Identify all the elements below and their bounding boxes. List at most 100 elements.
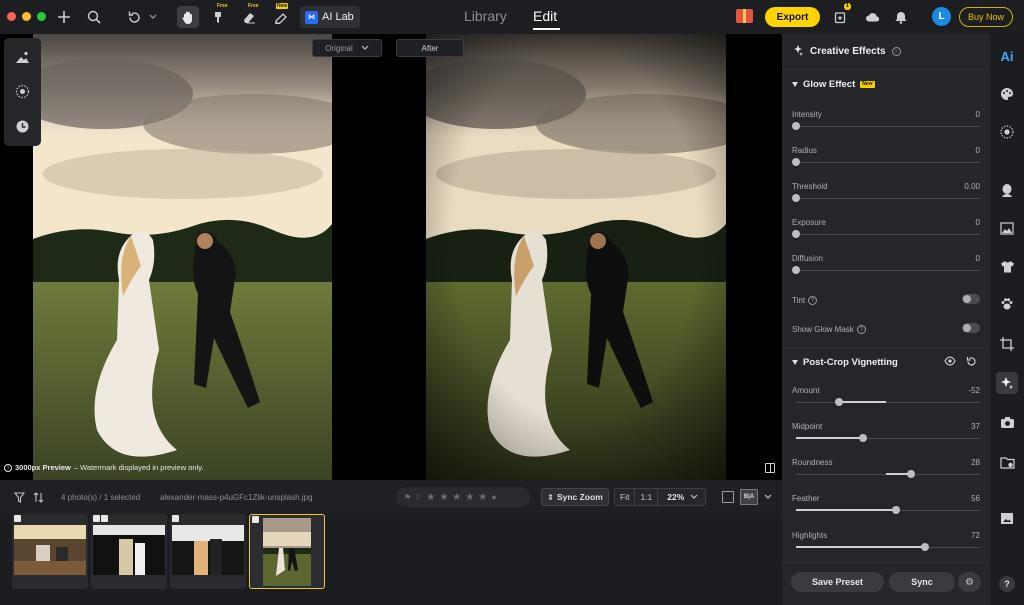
slider-value[interactable]: 0 (976, 218, 980, 227)
image-folder-icon[interactable] (999, 454, 1015, 470)
filmstrip-thumbnail[interactable] (91, 514, 167, 589)
slider-value[interactable]: 56 (971, 494, 980, 503)
export-button[interactable]: Export (765, 7, 820, 27)
slider-value[interactable]: 72 (971, 531, 980, 540)
ai-lab-button[interactable]: ⋈ AI Lab (300, 6, 360, 28)
slider-track[interactable] (796, 198, 980, 199)
slider-threshold[interactable]: Threshold 0.00 (792, 182, 980, 210)
slider-value[interactable]: 0 (976, 110, 980, 119)
slider-value[interactable]: -52 (968, 386, 980, 395)
slider-feather[interactable]: Feather 56 (792, 494, 980, 522)
ai-brush-icon[interactable]: Free (210, 3, 228, 28)
zoom-level-select[interactable]: 22% (658, 489, 703, 505)
zoom-search-icon[interactable] (86, 6, 102, 28)
split-compare-icon[interactable] (765, 463, 775, 473)
clothing-shirt-icon[interactable] (999, 258, 1015, 274)
slider-value[interactable]: 28 (971, 458, 980, 467)
info-icon[interactable]: i (891, 47, 901, 56)
slider-intensity[interactable]: Intensity 0 (792, 110, 980, 138)
cloud-sync-icon[interactable] (864, 6, 880, 28)
info-icon[interactable]: ? (808, 296, 818, 305)
slider-handle[interactable] (792, 194, 800, 202)
glow-effect-section-toggle[interactable]: Glow Effect New (792, 79, 875, 90)
slider-handle[interactable] (792, 158, 800, 166)
slider-track[interactable] (796, 270, 980, 271)
zoom-fit-button[interactable]: Fit (615, 489, 636, 505)
slider-handle[interactable] (859, 434, 867, 442)
user-avatar[interactable]: L (932, 7, 951, 26)
slider-midpoint[interactable]: Midpoint 37 (792, 422, 980, 450)
slider-handle[interactable] (921, 543, 929, 551)
slider-diffusion[interactable]: Diffusion 0 (792, 254, 980, 282)
slider-handle[interactable] (792, 122, 800, 130)
crop-icon[interactable] (999, 336, 1015, 352)
sync-settings-gear-icon[interactable]: ⚙ (958, 572, 981, 592)
undo-icon[interactable] (126, 6, 142, 28)
add-icon[interactable] (56, 6, 72, 28)
tab-edit[interactable]: Edit (533, 8, 557, 24)
slider-amount[interactable]: Amount -52 (792, 386, 980, 414)
slider-value[interactable]: 0 (976, 254, 980, 263)
noise-grain-icon[interactable] (999, 124, 1015, 140)
export-image-icon[interactable] (999, 510, 1015, 526)
slider-value[interactable]: 0.00 (964, 182, 980, 191)
filter-icon[interactable] (14, 490, 25, 504)
star-5-icon[interactable]: ★ (478, 492, 487, 503)
help-button[interactable]: ? (999, 576, 1015, 592)
pet-paw-icon[interactable] (999, 296, 1015, 312)
portrait-edit-icon[interactable] (14, 48, 31, 65)
slider-handle[interactable] (792, 266, 800, 274)
gift-icon[interactable] (736, 9, 753, 23)
eraser-icon[interactable]: Free (241, 3, 259, 28)
view-options-chevron-icon[interactable] (764, 494, 772, 500)
slider-highlights[interactable]: Highlights 72 (792, 531, 980, 559)
slider-track[interactable] (796, 234, 980, 235)
reset-icon[interactable] (966, 356, 977, 367)
vignetting-section-toggle[interactable]: Post-Crop Vignetting (792, 357, 898, 368)
ai-tools-icon[interactable]: Ai (999, 48, 1015, 64)
info-icon[interactable]: ? (856, 325, 866, 334)
star-4-icon[interactable]: ★ (465, 492, 474, 503)
color-palette-icon[interactable] (999, 86, 1015, 102)
hand-tool-icon[interactable] (177, 6, 199, 28)
landscape-icon[interactable] (999, 220, 1015, 236)
before-after-view-icon[interactable]: B|A (740, 489, 758, 505)
minimize-window-button[interactable] (22, 12, 31, 21)
slider-radius[interactable]: Radius 0 (792, 146, 980, 174)
flag-pick-icon[interactable]: ⚑ (404, 493, 411, 502)
creative-effects-icon[interactable] (996, 372, 1018, 394)
slider-value[interactable]: 37 (971, 422, 980, 431)
filmstrip-thumbnail-selected[interactable] (249, 514, 325, 589)
single-view-icon[interactable] (722, 491, 734, 503)
sync-zoom-button[interactable]: ⇕ Sync Zoom (541, 488, 609, 506)
slider-track[interactable] (796, 126, 980, 127)
slider-handle[interactable] (835, 398, 843, 406)
view-mode-select[interactable]: Original (312, 39, 382, 57)
flag-reject-icon[interactable]: ⚐ (415, 493, 422, 502)
star-1-icon[interactable]: ★ (426, 492, 435, 503)
slider-exposure[interactable]: Exposure 0 (792, 218, 980, 246)
show-glow-mask-toggle[interactable] (962, 323, 980, 333)
star-2-icon[interactable]: ★ (439, 492, 448, 503)
color-label-icon[interactable]: ● (491, 492, 496, 502)
slider-value[interactable]: 0 (976, 146, 980, 155)
photo-canvas[interactable]: Original After i 3000px Preview – Waterm… (0, 34, 782, 480)
history-clock-icon[interactable] (14, 118, 31, 135)
filmstrip-thumbnail[interactable] (12, 514, 88, 589)
maximize-window-button[interactable] (37, 12, 46, 21)
sync-button[interactable]: Sync (889, 572, 955, 592)
noise-grain-icon[interactable] (14, 83, 31, 100)
sort-icon[interactable] (33, 490, 44, 504)
close-window-button[interactable] (7, 12, 16, 21)
object-removal-icon[interactable]: New (273, 3, 289, 28)
filmstrip-thumbnail[interactable] (170, 514, 246, 589)
visibility-eye-icon[interactable] (944, 356, 956, 366)
slider-handle[interactable] (792, 230, 800, 238)
tint-toggle[interactable] (962, 294, 980, 304)
tab-library[interactable]: Library (464, 8, 507, 24)
notification-bell-icon[interactable] (894, 6, 908, 28)
import-icon[interactable]: 1 (833, 3, 851, 28)
slider-handle[interactable] (892, 506, 900, 514)
slider-track[interactable] (796, 162, 980, 163)
history-chevron-down-icon[interactable] (148, 6, 158, 28)
